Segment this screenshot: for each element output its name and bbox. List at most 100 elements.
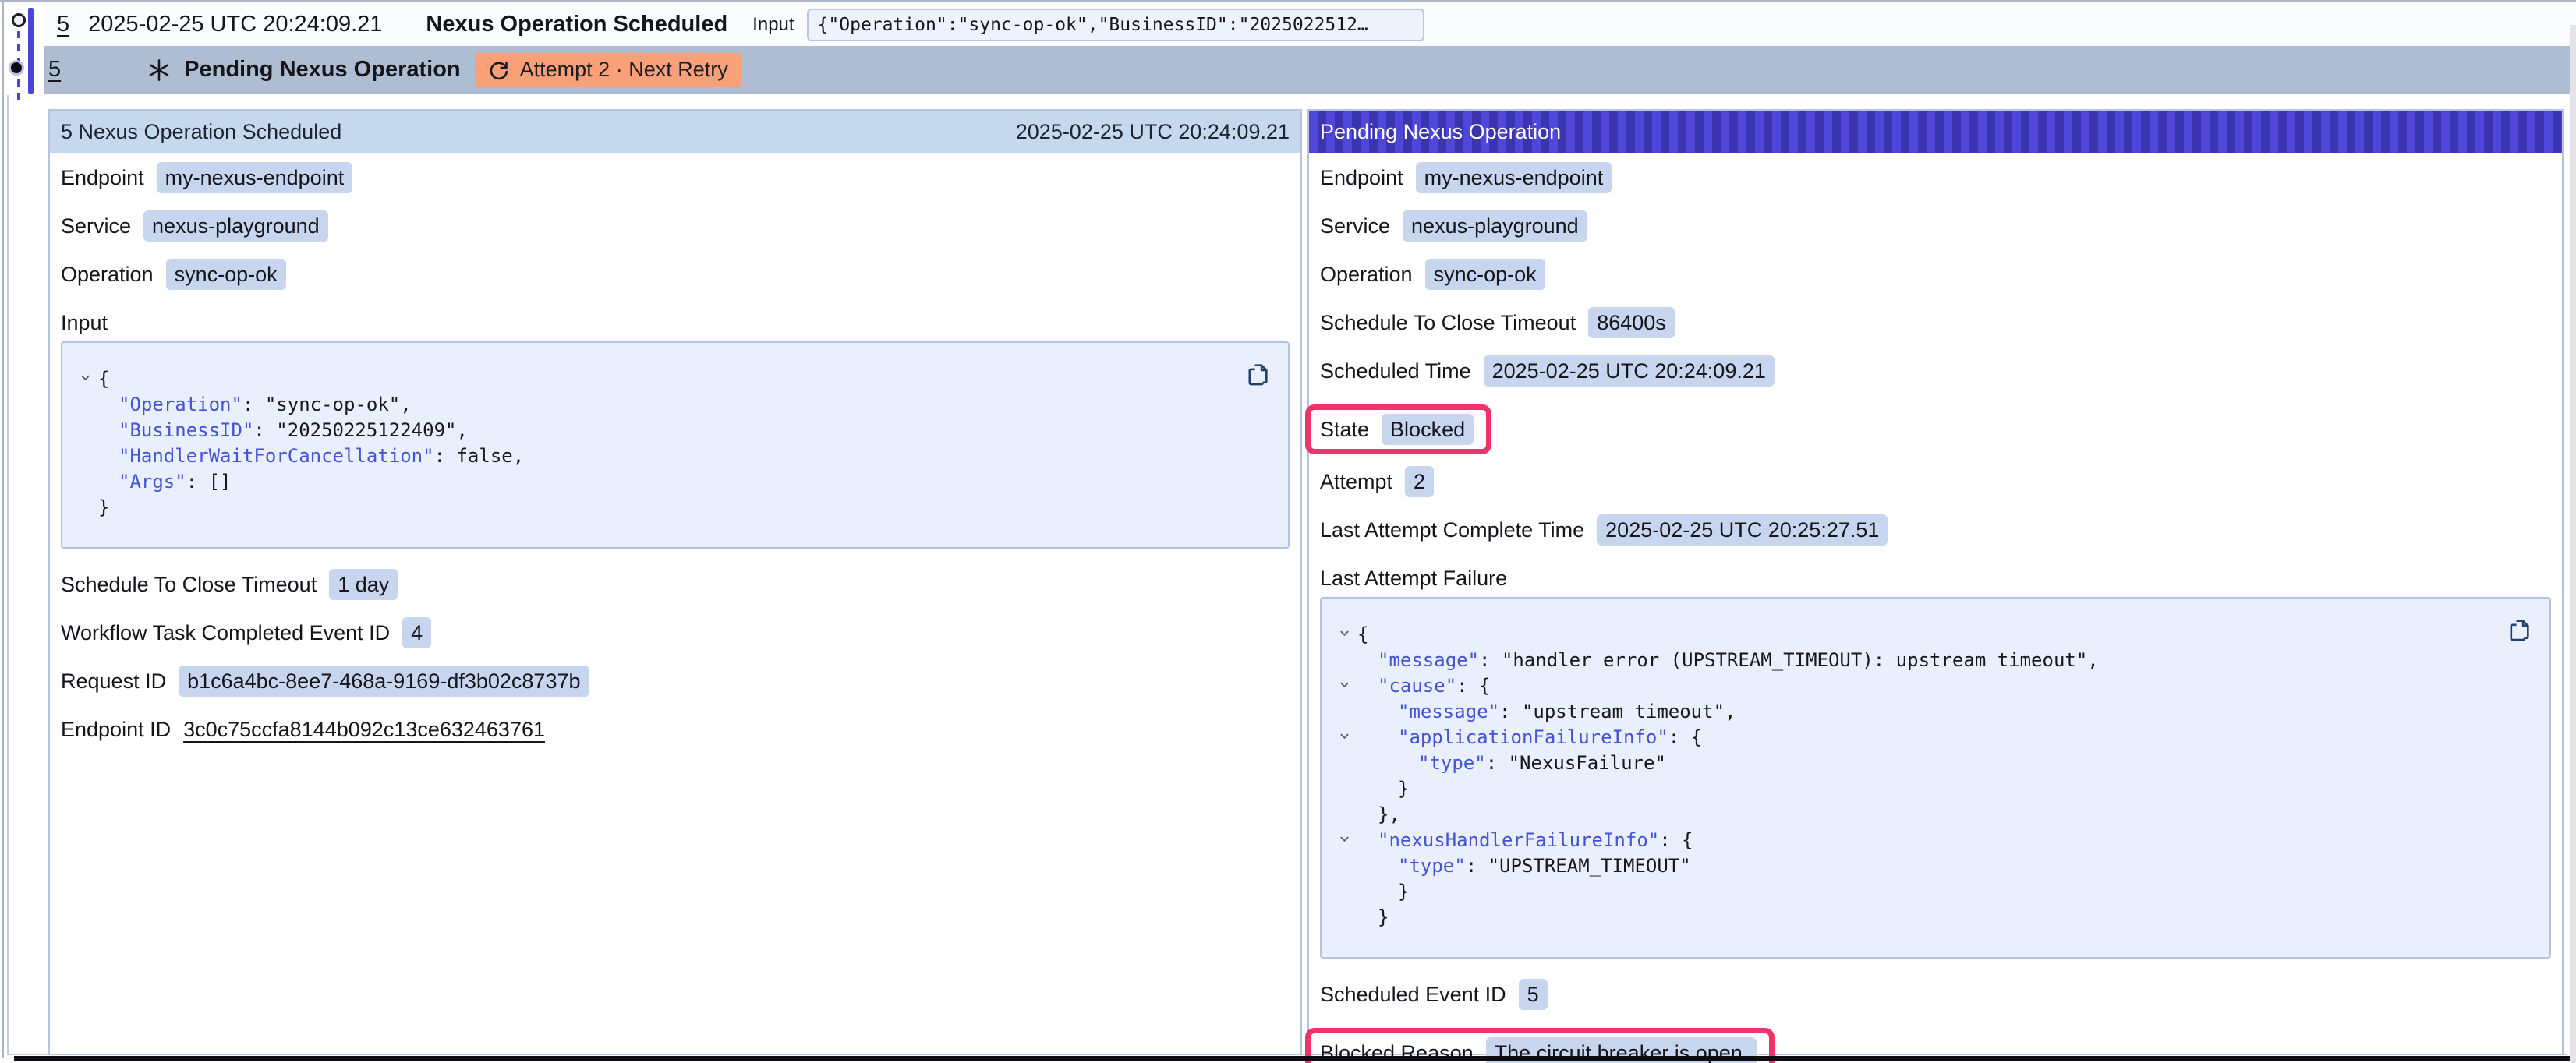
copy-icon: [2507, 616, 2532, 643]
json-key: "applicationFailureInfo": [1398, 725, 1668, 750]
field-value-badge: Blocked: [1382, 414, 1474, 445]
detail-field-scheduled-time: Scheduled Time2025-02-25 UTC 20:24:09.21: [1320, 355, 2551, 387]
field-value-badge: 2025-02-25 UTC 20:25:27.51: [1597, 514, 1888, 546]
json-key: "message": [1378, 648, 1479, 673]
event-input-label: Input: [752, 14, 794, 36]
detail-field-scheduled-event-id: Scheduled Event ID 5: [1320, 979, 2551, 1010]
event-input-preview-chip[interactable]: {"Operation":"sync-op-ok","BusinessID":"…: [807, 9, 1424, 41]
field-value-badge: nexus-playground: [1403, 210, 1587, 242]
pending-card-title: Pending Nexus Operation: [1320, 120, 1561, 144]
json-value: : "sync-op-ok",: [242, 392, 412, 418]
scheduled-card-timestamp: 2025-02-25 UTC 20:24:09.21: [1016, 120, 1290, 144]
detail-field-request-id: Request ID b1c6a4bc-8ee7-468a-9169-df3b02…: [61, 666, 1290, 697]
json-key: "cause": [1378, 673, 1456, 699]
field-value-badge: 5: [1519, 979, 1548, 1010]
json-line: "nexusHandlerFailureInfo": {: [1331, 828, 2495, 853]
json-line: "Args": []: [72, 469, 1233, 495]
timeline-active-bar: [28, 8, 34, 94]
json-value: : {: [1659, 828, 1693, 853]
field-label: Endpoint: [1320, 166, 1403, 190]
field-value-link[interactable]: 3c0c75ccfa8144b092c13ce632463761: [183, 718, 545, 742]
field-label: Service: [1320, 214, 1390, 238]
field-label: Attempt: [1320, 470, 1392, 494]
json-line-gutter: [72, 469, 98, 495]
event-detail-panels: 5 Nexus Operation Scheduled 2025-02-25 U…: [48, 109, 2564, 1055]
json-line: },: [1331, 802, 2495, 828]
json-value: }: [1398, 776, 1409, 802]
json-key: "BusinessID": [119, 418, 253, 443]
json-line-gutter: [1331, 750, 1357, 776]
json-key: "HandlerWaitForCancellation": [119, 443, 434, 469]
field-label: State: [1320, 418, 1369, 442]
collapse-chevron-icon[interactable]: [1331, 622, 1357, 648]
input-json-viewer: {"Operation": "sync-op-ok","BusinessID":…: [61, 341, 1290, 549]
event-timestamp: 2025-02-25 UTC 20:24:09.21: [88, 12, 382, 37]
pending-operation-detail-card: Pending Nexus Operation Endpoint my-nexus…: [1307, 109, 2564, 1055]
field-label: Operation: [1320, 263, 1413, 287]
json-key: "Args": [119, 469, 186, 495]
field-label: Workflow Task Completed Event ID: [61, 621, 390, 645]
field-label: Operation: [61, 263, 154, 287]
json-line-gutter: [1331, 905, 1357, 931]
field-value-badge: b1c6a4bc-8ee7-468a-9169-df3b02c8737b: [179, 666, 589, 697]
json-line: }: [72, 495, 1233, 521]
json-line-gutter: [1331, 648, 1357, 673]
retry-icon: [487, 58, 511, 82]
field-label: Endpoint ID: [61, 718, 171, 742]
field-label: Scheduled Event ID: [1320, 983, 1506, 1007]
json-key: "nexusHandlerFailureInfo": [1378, 828, 1659, 853]
json-line: "HandlerWaitForCancellation": false,: [72, 443, 1233, 469]
json-line: "Operation": "sync-op-ok",: [72, 392, 1233, 418]
json-line-gutter: [1331, 879, 1357, 905]
detail-field-endpoint: Endpoint my-nexus-endpoint: [1320, 162, 2551, 193]
detail-field-attempt: Attempt2: [1320, 466, 2551, 497]
json-key: "type": [1418, 750, 1486, 776]
field-value-badge: sync-op-ok: [1425, 259, 1545, 290]
field-value-badge: 86400s: [1588, 307, 1675, 338]
json-line-gutter: [1331, 853, 1357, 879]
field-value-badge: my-nexus-endpoint: [1416, 162, 1612, 193]
field-label: Schedule To Close Timeout: [61, 573, 317, 597]
json-line: "message": "handler error (UPSTREAM_TIME…: [1331, 648, 2495, 673]
json-line-gutter: [1331, 699, 1357, 725]
vertical-scrollbar[interactable]: [2570, 25, 2576, 1063]
pending-asterisk-icon: [147, 58, 172, 83]
event-row-nexus-operation-scheduled[interactable]: 5 2025-02-25 UTC 20:24:09.21 Nexus Opera…: [44, 3, 2576, 46]
json-key: "message": [1398, 699, 1499, 725]
event-id-link[interactable]: 5: [57, 12, 69, 37]
table-frame-border: [2, 2, 4, 1058]
json-value: : "handler error (UPSTREAM_TIMEOUT): ups…: [1479, 648, 2099, 673]
timeline-dashed-connector: [17, 31, 20, 61]
json-line-gutter: [72, 495, 98, 521]
annotation-highlight-box: State Blocked: [1305, 404, 1491, 454]
json-line: "cause": {: [1331, 673, 2495, 699]
pending-event-id-link[interactable]: 5: [48, 57, 61, 83]
json-value: : "upstream timeout",: [1499, 699, 1736, 725]
workflow-event-history-screen: 5 2025-02-25 UTC 20:24:09.21 Nexus Opera…: [0, 0, 2576, 1063]
attempt-retry-badge: Attempt 2 · Next Retry: [475, 53, 741, 87]
json-line: "message": "upstream timeout",: [1331, 699, 2495, 725]
copy-button[interactable]: [1244, 360, 1271, 388]
json-line: "type": "NexusFailure": [1331, 750, 2495, 776]
pending-operation-title: Pending Nexus Operation: [184, 57, 461, 83]
copy-button[interactable]: [2506, 616, 2532, 644]
detail-field-operation: Operation sync-op-ok: [1320, 259, 2551, 290]
detail-field-service: Service nexus-playground: [1320, 210, 2551, 242]
timeline-node-open-icon: [12, 13, 26, 27]
json-line: }: [1331, 905, 2495, 931]
field-label: Schedule To Close Timeout: [1320, 311, 1576, 335]
field-label: Request ID: [61, 669, 166, 694]
detail-field-schedule-to-close-timeout: Schedule To Close Timeout1 day: [61, 569, 1290, 600]
json-key: "Operation": [119, 392, 242, 418]
json-value: : []: [186, 469, 232, 495]
json-line: {: [1331, 622, 2495, 648]
collapse-chevron-icon[interactable]: [1331, 725, 1357, 750]
copy-icon: [1245, 361, 1270, 387]
json-line-gutter: [72, 418, 98, 443]
collapse-chevron-icon[interactable]: [1331, 828, 1357, 853]
collapse-chevron-icon[interactable]: [1331, 673, 1357, 699]
collapse-chevron-icon[interactable]: [72, 366, 98, 392]
json-value: },: [1378, 802, 1400, 828]
pending-nexus-operation-row[interactable]: 5 Pending Nexus Operation Attempt 2 · Ne…: [44, 46, 2576, 94]
json-value: }: [1398, 879, 1409, 905]
